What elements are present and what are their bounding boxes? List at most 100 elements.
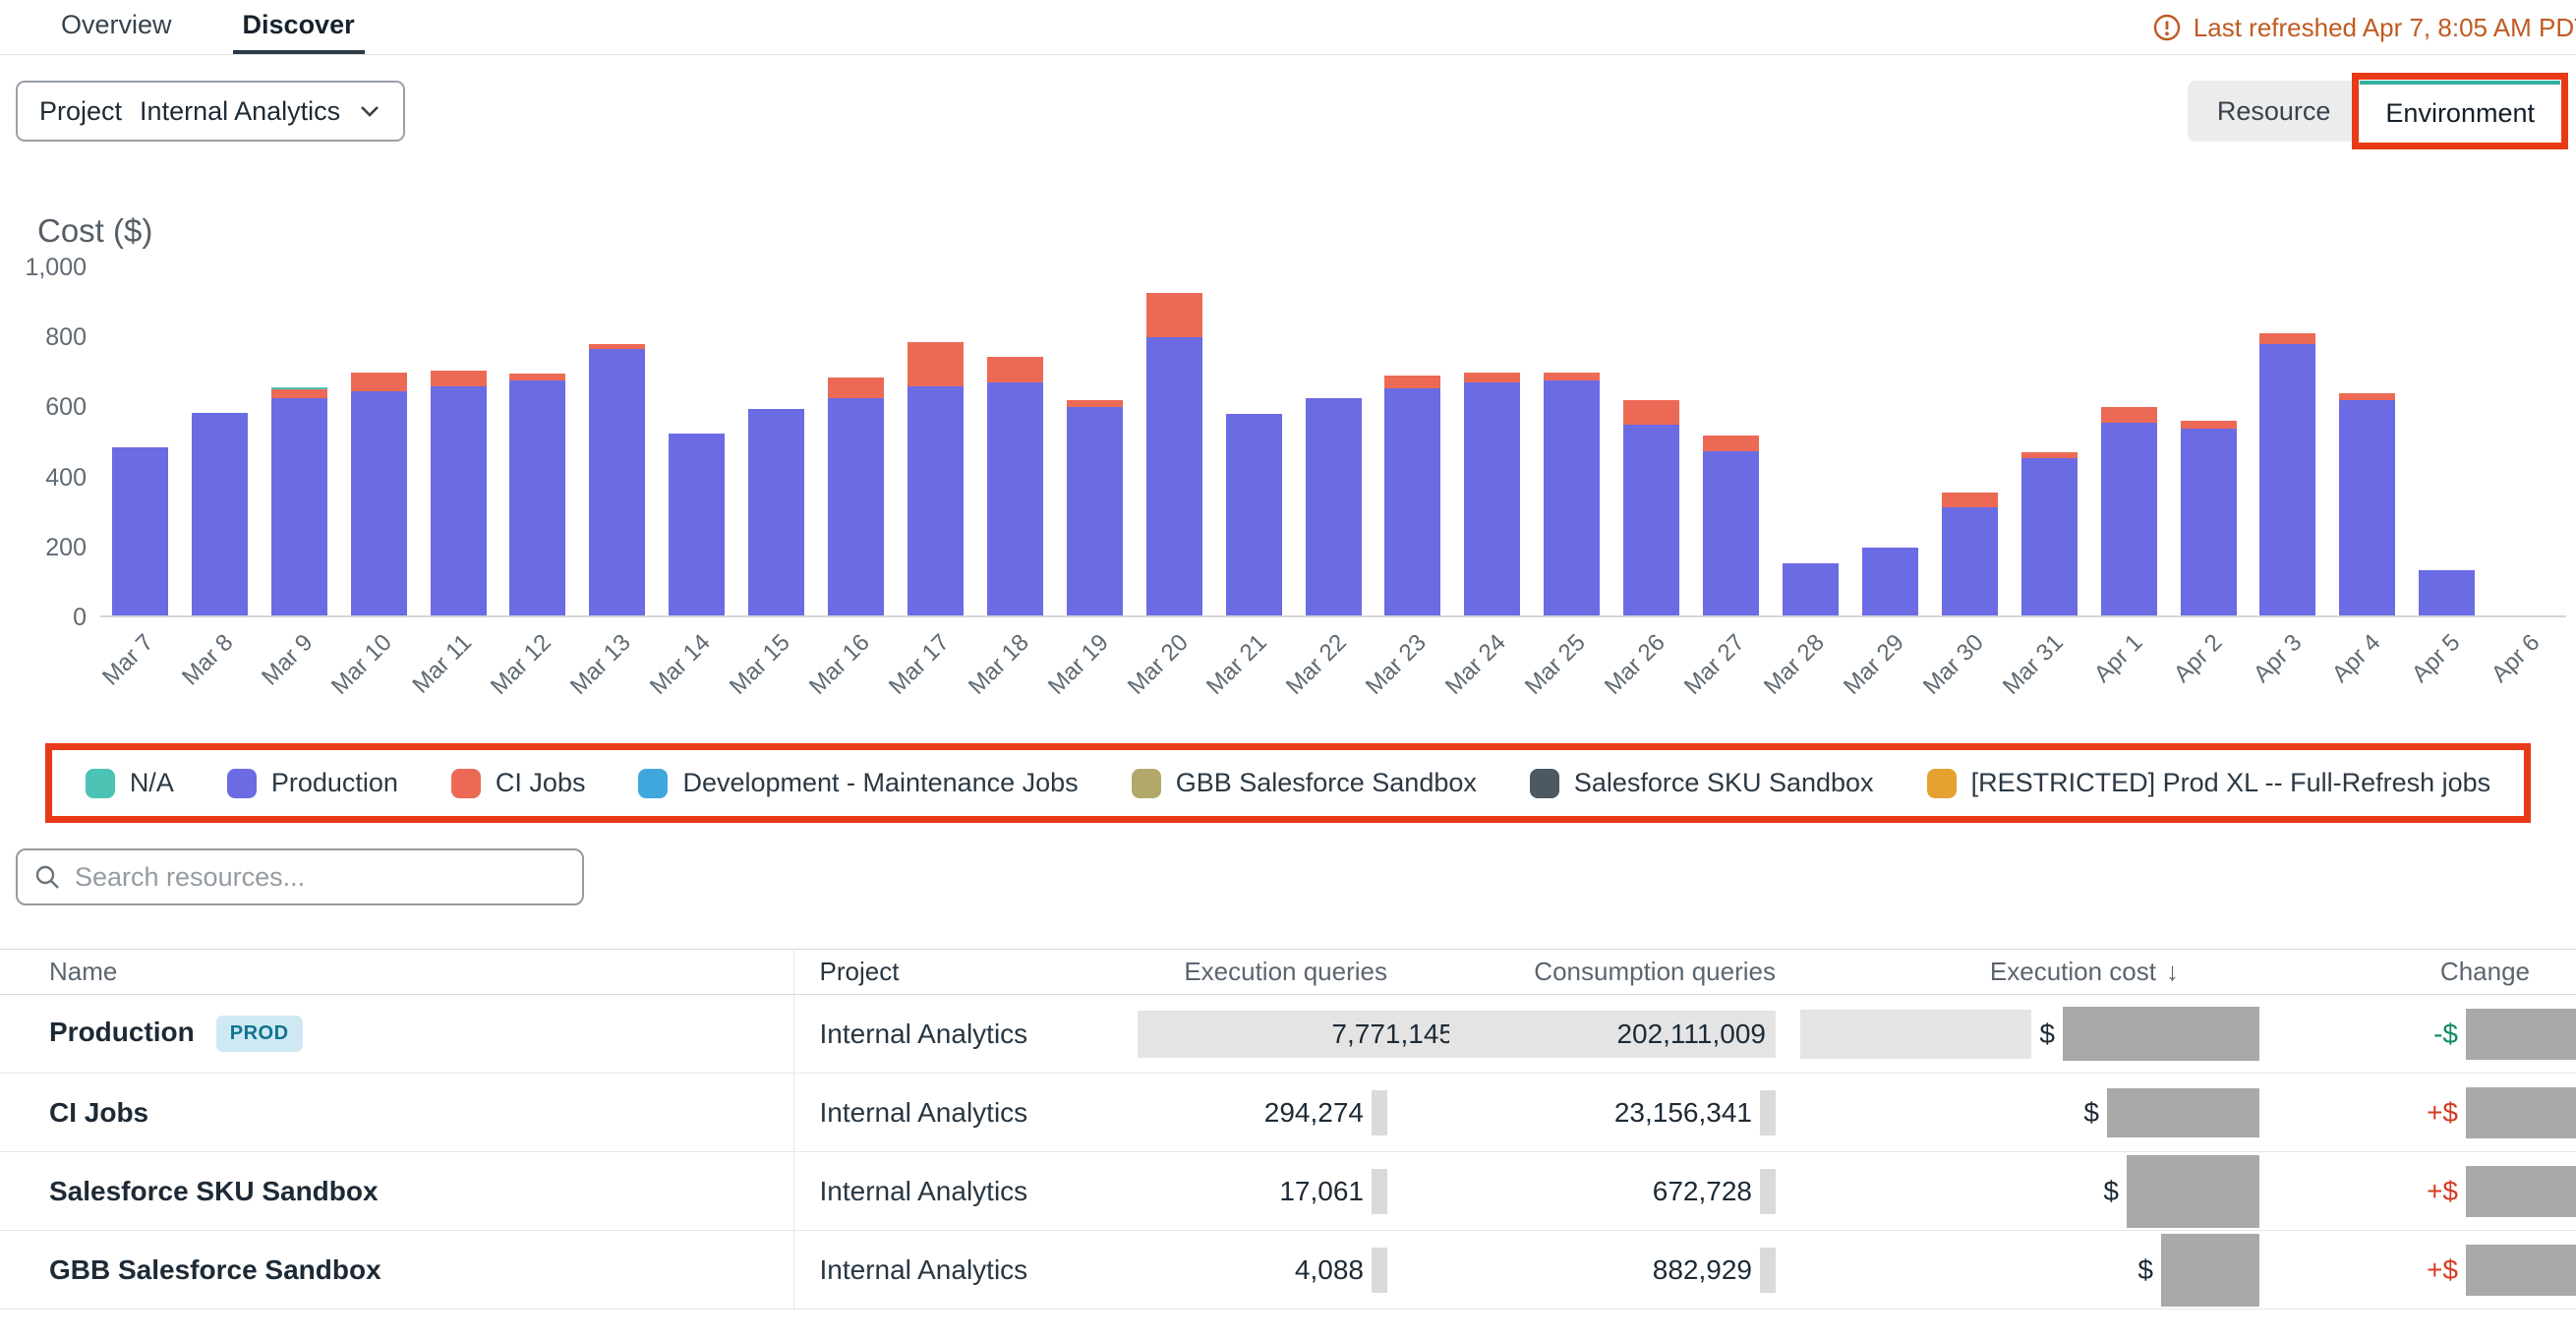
bar-mar-19[interactable] [1067, 400, 1123, 615]
bar-segment-ci-jobs[interactable] [1146, 293, 1202, 337]
bar-segment-ci-jobs[interactable] [2259, 333, 2315, 344]
project-filter-dropdown[interactable]: Project Internal Analytics [16, 81, 405, 142]
bar-segment-production[interactable] [192, 413, 248, 615]
bar-segment-production[interactable] [1146, 337, 1202, 615]
bar-segment-production[interactable] [669, 434, 725, 615]
bar-mar-23[interactable] [1384, 376, 1440, 615]
bar-apr-1[interactable] [2101, 407, 2157, 615]
bar-mar-16[interactable] [828, 378, 884, 615]
column-header-consumption-queries[interactable]: Consumption queries [1393, 950, 1782, 995]
bar-mar-17[interactable] [907, 342, 964, 615]
tab-overview[interactable]: Overview [51, 0, 182, 54]
environment-button[interactable]: Environment [2360, 81, 2560, 142]
bar-segment-ci-jobs[interactable] [1067, 400, 1123, 407]
bar-mar-7[interactable] [112, 447, 168, 615]
bar-segment-production[interactable] [748, 409, 804, 615]
bar-segment-production[interactable] [2339, 400, 2395, 615]
bar-segment-ci-jobs[interactable] [987, 357, 1043, 383]
bar-apr-5[interactable] [2419, 570, 2475, 615]
bar-mar-25[interactable] [1544, 373, 1600, 615]
bar-mar-22[interactable] [1306, 398, 1362, 615]
bar-mar-24[interactable] [1464, 373, 1520, 615]
bar-segment-ci-jobs[interactable] [2181, 421, 2237, 428]
bar-mar-12[interactable] [509, 374, 565, 615]
legend-item[interactable]: Development - Maintenance Jobs [638, 768, 1078, 798]
column-header-project[interactable]: Project [793, 950, 1138, 995]
bar-segment-ci-jobs[interactable] [828, 378, 884, 398]
legend-item[interactable]: N/A [86, 768, 174, 798]
bar-segment-production[interactable] [509, 380, 565, 615]
column-header-change[interactable]: Change [2263, 950, 2576, 995]
bar-segment-ci-jobs[interactable] [271, 389, 327, 398]
bar-mar-14[interactable] [669, 434, 725, 615]
bar-segment-production[interactable] [1306, 398, 1362, 615]
bar-mar-28[interactable] [1783, 563, 1839, 615]
bar-mar-9[interactable] [271, 387, 327, 615]
bar-segment-production[interactable] [589, 349, 645, 615]
sort-desc-icon[interactable]: ↓ [2166, 957, 2179, 986]
bar-segment-ci-jobs[interactable] [1623, 400, 1679, 425]
table-row[interactable]: GBB Salesforce SandboxInternal Analytics… [0, 1231, 2576, 1310]
bar-segment-ci-jobs[interactable] [1544, 373, 1600, 381]
bar-segment-production[interactable] [271, 398, 327, 615]
bar-mar-31[interactable] [2021, 452, 2078, 615]
bar-segment-production[interactable] [1384, 388, 1440, 615]
bar-segment-ci-jobs[interactable] [509, 374, 565, 380]
bar-segment-ci-jobs[interactable] [1942, 493, 1998, 506]
bar-mar-8[interactable] [192, 413, 248, 615]
bar-segment-production[interactable] [351, 391, 407, 615]
bar-segment-production[interactable] [1226, 414, 1282, 615]
bar-mar-11[interactable] [431, 371, 487, 615]
name-cell[interactable]: CI Jobs [0, 1074, 793, 1152]
legend-item[interactable]: GBB Salesforce Sandbox [1132, 768, 1477, 798]
bar-segment-production[interactable] [2419, 570, 2475, 615]
bar-segment-production[interactable] [1862, 548, 1918, 615]
legend-item[interactable]: [RESTRICTED] Prod XL -- Full-Refresh job… [1927, 768, 2491, 798]
bar-segment-production[interactable] [2259, 344, 2315, 615]
bar-segment-ci-jobs[interactable] [2101, 407, 2157, 423]
bar-mar-30[interactable] [1942, 493, 1998, 615]
name-cell[interactable]: ProductionPROD [0, 995, 793, 1074]
legend-item[interactable]: Production [227, 768, 398, 798]
column-header-execution-cost[interactable]: Execution cost↓ [1782, 950, 2263, 995]
legend-item[interactable]: Salesforce SKU Sandbox [1530, 768, 1874, 798]
bar-segment-production[interactable] [1783, 563, 1839, 615]
bar-segment-production[interactable] [1464, 382, 1520, 615]
bar-mar-10[interactable] [351, 373, 407, 615]
bar-segment-production[interactable] [2181, 429, 2237, 615]
bar-mar-13[interactable] [589, 344, 645, 615]
bar-segment-production[interactable] [1623, 425, 1679, 615]
table-row[interactable]: Salesforce SKU SandboxInternal Analytics… [0, 1152, 2576, 1231]
bar-mar-15[interactable] [748, 409, 804, 615]
bar-segment-production[interactable] [1067, 407, 1123, 615]
table-row[interactable]: CI JobsInternal Analytics294,27423,156,3… [0, 1074, 2576, 1152]
bar-segment-production[interactable] [2101, 423, 2157, 615]
bar-segment-production[interactable] [2021, 458, 2078, 615]
bar-segment-ci-jobs[interactable] [431, 371, 487, 386]
bar-segment-ci-jobs[interactable] [907, 342, 964, 386]
bar-segment-production[interactable] [828, 398, 884, 615]
bar-segment-ci-jobs[interactable] [1464, 373, 1520, 383]
bar-segment-production[interactable] [1703, 451, 1759, 615]
bar-segment-ci-jobs[interactable] [351, 373, 407, 392]
column-header-name[interactable]: Name [0, 950, 793, 995]
bar-segment-production[interactable] [1544, 380, 1600, 615]
search-input[interactable] [75, 862, 566, 893]
bar-segment-ci-jobs[interactable] [1703, 436, 1759, 451]
bar-mar-26[interactable] [1623, 400, 1679, 615]
bar-segment-production[interactable] [431, 386, 487, 615]
legend-item[interactable]: CI Jobs [451, 768, 586, 798]
column-header-execution-queries[interactable]: Execution queries [1138, 950, 1393, 995]
bar-segment-production[interactable] [907, 386, 964, 615]
bar-mar-20[interactable] [1146, 293, 1202, 615]
bar-segment-ci-jobs[interactable] [2339, 393, 2395, 400]
name-cell[interactable]: Salesforce SKU Sandbox [0, 1152, 793, 1231]
bar-apr-3[interactable] [2259, 333, 2315, 615]
tab-discover[interactable]: Discover [233, 0, 365, 54]
bar-segment-production[interactable] [987, 382, 1043, 615]
name-cell[interactable]: GBB Salesforce Sandbox [0, 1231, 793, 1310]
bar-segment-ci-jobs[interactable] [1384, 376, 1440, 387]
bar-segment-production[interactable] [1942, 507, 1998, 615]
resource-button[interactable]: Resource [2188, 81, 2361, 142]
bar-apr-2[interactable] [2181, 421, 2237, 615]
